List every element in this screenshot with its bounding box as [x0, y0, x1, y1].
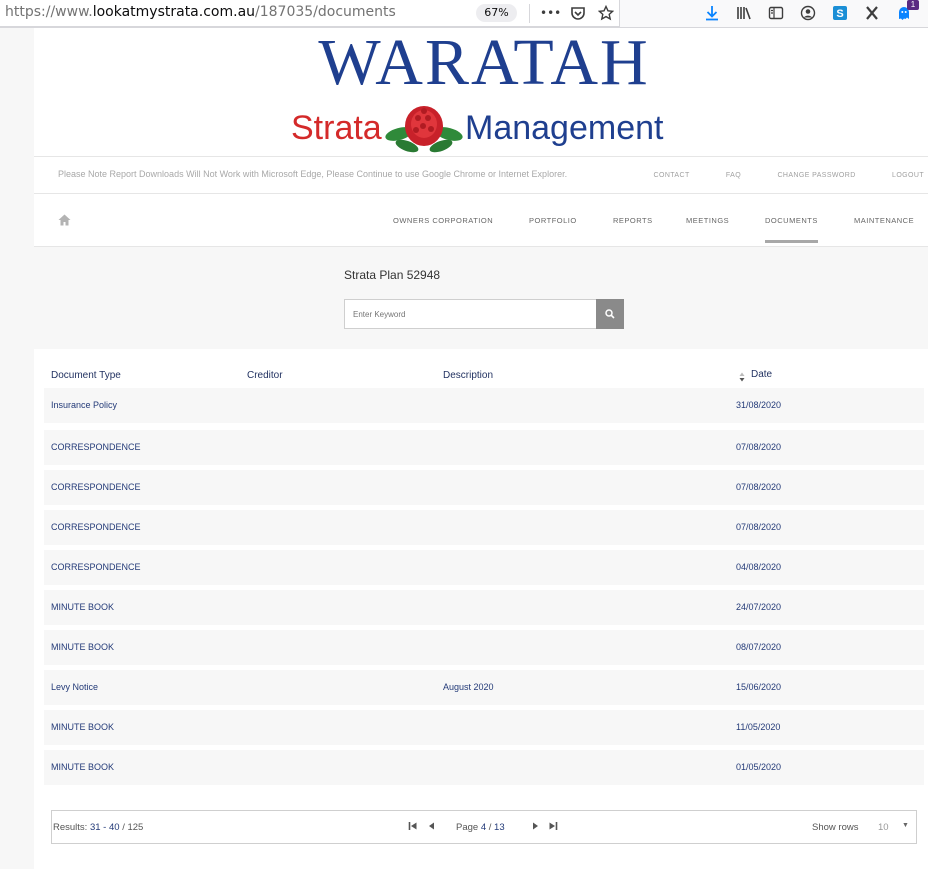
next-page-icon[interactable] — [530, 821, 540, 831]
date-cell: 07/08/2020 — [736, 442, 782, 452]
contact-link[interactable]: CONTACT — [654, 172, 690, 179]
logout-link[interactable]: LOGOUT — [892, 172, 924, 179]
page-gutter — [0, 28, 34, 869]
skype-extension-icon[interactable]: S — [830, 3, 850, 23]
nav-maintenance[interactable]: MAINTENANCE — [854, 216, 914, 225]
pocket-icon[interactable] — [568, 3, 588, 23]
browser-notice: Please Note Report Downloads Will Not Wo… — [58, 169, 568, 179]
main-nav: OWNERS CORPORATION PORTFOLIO REPORTS MEE… — [34, 194, 928, 247]
date-cell: 31/08/2020 — [736, 400, 782, 410]
download-icon[interactable] — [702, 3, 722, 23]
search-button[interactable] — [596, 299, 624, 329]
nav-portfolio[interactable]: PORTFOLIO — [529, 216, 577, 225]
table-row[interactable]: CORRESPONDENCE 07/08/2020 — [44, 470, 924, 505]
table-row[interactable]: CORRESPONDENCE 07/08/2020 — [44, 510, 924, 545]
utility-links: CONTACT FAQ CHANGE PASSWORD LOGOUT — [620, 172, 924, 179]
document-type-cell[interactable]: MINUTE BOOK — [51, 762, 114, 772]
document-type-cell[interactable]: Insurance Policy — [51, 400, 117, 410]
logo-word-management: Management — [465, 109, 664, 147]
document-type-cell[interactable]: CORRESPONDENCE — [51, 522, 141, 532]
date-cell: 15/06/2020 — [736, 682, 782, 692]
results-summary: Results: 31 - 40 / 125 — [53, 822, 144, 833]
table-row[interactable]: MINUTE BOOK 11/05/2020 — [44, 710, 924, 745]
header-document-type[interactable]: Document Type — [51, 370, 121, 381]
search-icon — [605, 309, 615, 319]
browser-toolbar: https://www.lookatmystrata.com.au/187035… — [0, 0, 928, 28]
date-cell: 04/08/2020 — [736, 562, 782, 572]
nav-reports[interactable]: REPORTS — [613, 216, 653, 225]
keyword-search-input[interactable] — [344, 299, 597, 329]
document-type-cell[interactable]: MINUTE BOOK — [51, 602, 114, 612]
date-cell: 08/07/2020 — [736, 642, 782, 652]
x-extension-icon[interactable] — [862, 3, 882, 23]
header-date[interactable]: Date — [751, 369, 772, 380]
nav-meetings[interactable]: MEETINGS — [686, 216, 729, 225]
table-row[interactable]: MINUTE BOOK 08/07/2020 — [44, 630, 924, 665]
first-page-icon[interactable] — [408, 821, 418, 831]
account-icon[interactable] — [798, 3, 818, 23]
waratah-flower-icon — [385, 106, 463, 153]
table-row[interactable]: CORRESPONDENCE 07/08/2020 — [44, 430, 924, 465]
date-cell: 24/07/2020 — [736, 602, 782, 612]
document-type-cell[interactable]: MINUTE BOOK — [51, 722, 114, 732]
pagination-bar: Results: 31 - 40 / 125 Page 4 / 13 Show … — [51, 810, 917, 844]
date-cell: 07/08/2020 — [736, 522, 782, 532]
date-cell: 01/05/2020 — [736, 762, 782, 772]
last-page-icon[interactable] — [548, 821, 558, 831]
sort-icon[interactable] — [739, 372, 745, 382]
document-type-cell[interactable]: MINUTE BOOK — [51, 642, 114, 652]
plan-title: Strata Plan 52948 — [344, 268, 441, 282]
description-cell: August 2020 — [443, 682, 494, 692]
table-row[interactable]: CORRESPONDENCE 04/08/2020 — [44, 550, 924, 585]
waratah-logo[interactable]: WARATAH Strata Management — [291, 30, 677, 156]
bookmark-star-icon[interactable] — [596, 3, 616, 23]
table-row[interactable]: MINUTE BOOK 24/07/2020 — [44, 590, 924, 625]
change-password-link[interactable]: CHANGE PASSWORD — [777, 172, 855, 179]
document-type-cell[interactable]: CORRESPONDENCE — [51, 562, 141, 572]
faq-link[interactable]: FAQ — [726, 172, 741, 179]
date-cell: 07/08/2020 — [736, 482, 782, 492]
previous-page-icon[interactable] — [427, 821, 437, 831]
document-type-cell[interactable]: Levy Notice — [51, 682, 98, 692]
ghostery-badge: 1 — [907, 0, 919, 10]
address-bar-divider — [529, 4, 530, 23]
header-description[interactable]: Description — [443, 370, 493, 381]
plan-search-panel: Strata Plan 52948 — [34, 247, 928, 349]
date-cell: 11/05/2020 — [736, 722, 781, 732]
table-row[interactable]: MINUTE BOOK 01/05/2020 — [44, 750, 924, 785]
sidebar-icon[interactable] — [766, 3, 786, 23]
library-icon[interactable] — [734, 3, 754, 23]
svg-text:S: S — [836, 8, 843, 20]
logo-brand: WARATAH — [318, 26, 650, 99]
url-text[interactable]: https://www.lookatmystrata.com.au/187035… — [5, 4, 396, 20]
show-rows-label: Show rows — [812, 822, 859, 833]
document-type-cell[interactable]: CORRESPONDENCE — [51, 442, 141, 452]
zoom-indicator[interactable]: 67% — [476, 4, 517, 22]
table-row[interactable]: Insurance Policy 31/08/2020 — [44, 388, 924, 423]
chevron-down-icon[interactable]: ▼ — [902, 822, 909, 829]
nav-owners-corporation[interactable]: OWNERS CORPORATION — [393, 216, 493, 225]
document-type-cell[interactable]: CORRESPONDENCE — [51, 482, 141, 492]
notice-bar: Please Note Report Downloads Will Not Wo… — [34, 156, 928, 194]
logo-word-strata: Strata — [291, 109, 382, 147]
page-actions-icon[interactable]: ••• — [540, 3, 561, 23]
page-indicator: Page 4 / 13 — [456, 822, 505, 833]
home-icon[interactable] — [58, 214, 71, 226]
header-creditor[interactable]: Creditor — [247, 370, 283, 381]
address-bar[interactable]: https://www.lookatmystrata.com.au/187035… — [0, 0, 620, 27]
table-row[interactable]: Levy Notice August 2020 15/06/2020 — [44, 670, 924, 705]
nav-documents[interactable]: DOCUMENTS — [765, 216, 818, 243]
